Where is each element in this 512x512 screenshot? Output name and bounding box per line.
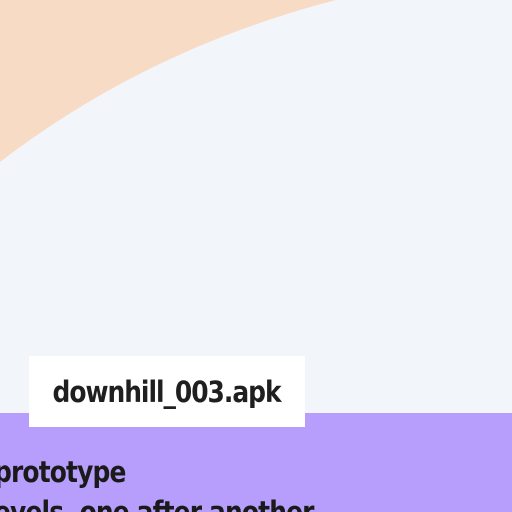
- screen: downhill_003.apk prototype evels, one af…: [0, 0, 512, 512]
- caption-line-2: evels, one after another: [0, 495, 314, 512]
- caption-line-1: prototype: [0, 455, 126, 489]
- caption-panel: prototype evels, one after another: [0, 413, 512, 512]
- file-name-label: downhill_003.apk: [53, 374, 282, 409]
- file-name-tag[interactable]: downhill_003.apk: [29, 356, 305, 427]
